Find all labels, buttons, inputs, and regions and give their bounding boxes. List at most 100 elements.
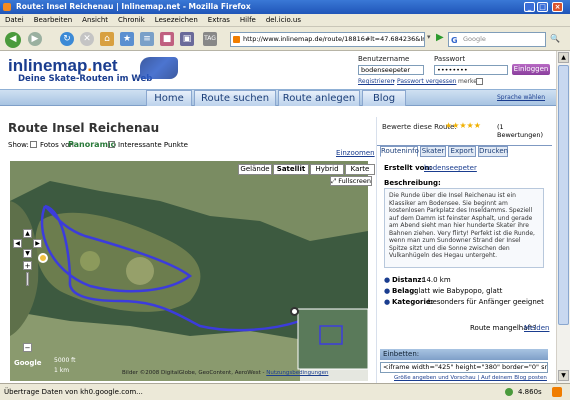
- search-go-icon[interactable]: 🔍: [550, 34, 560, 43]
- search-input[interactable]: G Google: [448, 32, 546, 47]
- maptype-satellit[interactable]: Satellit: [273, 164, 309, 175]
- tab-routeninfo[interactable]: Routeninfo: [380, 146, 419, 157]
- forgot-password-link[interactable]: Passwort vergessen: [397, 78, 456, 85]
- embed-links[interactable]: Größe angeben und Vorschau | Auf deinem …: [394, 375, 547, 381]
- menu-lesezeichen[interactable]: Lesezeichen: [150, 14, 203, 27]
- embed-code-input[interactable]: <iframe width="425" height="380" border=…: [380, 362, 548, 373]
- nav-route-suchen[interactable]: Route suchen: [194, 90, 276, 106]
- pan-zoom-control[interactable]: ▲ ◀ ▶ ▼ +: [12, 229, 42, 287]
- pan-up-icon[interactable]: ▲: [23, 229, 32, 238]
- scroll-up-icon[interactable]: ▲: [558, 52, 569, 63]
- delicious-icon[interactable]: ■: [160, 32, 174, 46]
- maptype-hybrid[interactable]: Hybrid: [310, 164, 344, 175]
- poi-checkbox[interactable]: [108, 141, 115, 148]
- scale-imperial: 5000 ft: [54, 357, 76, 364]
- show-label: Show:: [8, 141, 29, 149]
- zoom-in-icon[interactable]: +: [23, 261, 32, 270]
- nav-route-anlegen[interactable]: Route anlegen: [278, 90, 360, 106]
- page-content: inlinemap.net Deine Skate-Routen im Web …: [0, 51, 556, 383]
- tab-drucken[interactable]: Drucken: [478, 146, 508, 157]
- timer-icon: [505, 388, 513, 396]
- scroll-thumb[interactable]: [558, 65, 569, 325]
- field-patch: [80, 251, 100, 271]
- zoom-slider[interactable]: [26, 272, 29, 286]
- scroll-down-icon[interactable]: ▼: [558, 370, 569, 381]
- minimize-icon[interactable]: _: [524, 2, 535, 12]
- zoom-in-link[interactable]: Einzoomen: [336, 149, 375, 157]
- map-view[interactable]: ▲ ◀ ▶ ▼ + − Google 5000 ft 1 km Bilder ©…: [10, 161, 368, 381]
- embed-header: Einbetten:: [380, 349, 548, 360]
- vertical-scrollbar[interactable]: ▲ ▼: [556, 51, 570, 383]
- bookmark-icon[interactable]: ★: [120, 32, 134, 46]
- tab-skater[interactable]: Skater: [420, 146, 446, 157]
- back-icon[interactable]: ◀: [5, 32, 21, 48]
- tag-icon[interactable]: TAG: [203, 32, 217, 46]
- close-icon[interactable]: ×: [552, 2, 563, 12]
- rating-stars[interactable]: ★★★★★: [445, 121, 481, 130]
- site-slogan: Deine Skate-Routen im Web: [18, 74, 153, 84]
- menu-datei[interactable]: Datei: [0, 14, 29, 27]
- distance-label: Distanz:: [392, 276, 425, 284]
- star-icon: ★: [459, 121, 467, 130]
- pan-down-icon[interactable]: ▼: [23, 249, 32, 258]
- rating-count: (1 Bewertungen): [497, 123, 544, 139]
- stop-icon[interactable]: ✕: [80, 32, 94, 46]
- fullscreen-button[interactable]: ⤢ Fullscreen: [330, 176, 372, 186]
- reload-icon[interactable]: ↻: [60, 32, 74, 46]
- register-link[interactable]: Registrieren: [358, 78, 394, 85]
- menu-bearbeiten[interactable]: Bearbeiten: [29, 14, 77, 27]
- category-value: besonders für Anfänger geeignet: [428, 298, 544, 306]
- address-bar[interactable]: http://www.inlinemap.de/route/18816#lt=4…: [230, 32, 425, 47]
- pan-right-icon[interactable]: ▶: [33, 239, 42, 248]
- tab-export[interactable]: Export: [448, 146, 476, 157]
- nav-home[interactable]: Home: [146, 90, 192, 106]
- fullscreen-icon: ⤢: [331, 177, 337, 185]
- maptype-karte[interactable]: Karte: [345, 164, 375, 175]
- history-icon[interactable]: ≡: [140, 32, 154, 46]
- menu-extras[interactable]: Extras: [203, 14, 235, 27]
- star-icon: ★: [466, 121, 474, 130]
- scale-metric: 1 km: [54, 367, 70, 374]
- search-placeholder: Google: [463, 35, 486, 43]
- favicon-icon: [233, 36, 240, 43]
- load-time: 4.860s: [518, 388, 542, 396]
- nav-blog[interactable]: Blog: [362, 90, 406, 106]
- maptype-gelaende[interactable]: Gelände: [238, 164, 272, 175]
- maximize-icon[interactable]: □: [537, 2, 548, 12]
- zoom-out-icon[interactable]: −: [23, 343, 32, 352]
- password-input[interactable]: ••••••••: [434, 65, 508, 75]
- menu-hilfe[interactable]: Hilfe: [235, 14, 261, 27]
- remember-checkbox[interactable]: [476, 78, 483, 85]
- url-text: http://www.inlinemap.de/route/18816#lt=4…: [243, 35, 425, 43]
- url-dropdown-icon[interactable]: ▾: [427, 33, 431, 41]
- window-title: Route: Insel Reichenau | Inlinemap.net -…: [16, 2, 251, 11]
- language-link[interactable]: Sprache wählen: [497, 94, 545, 101]
- satellite-map[interactable]: [10, 161, 368, 381]
- route-end-marker[interactable]: [290, 307, 299, 316]
- status-bar: Übertrage Daten von kh0.google.com... 4.…: [0, 383, 570, 400]
- site-logo[interactable]: inlinemap.net: [8, 56, 118, 76]
- forgot-bullet: •: [392, 78, 396, 85]
- menu-delicious[interactable]: del.icio.us: [261, 14, 306, 27]
- forward-icon[interactable]: ▶: [28, 32, 42, 46]
- distance-value: 14.0 km: [422, 276, 451, 284]
- home-icon[interactable]: ⌂: [100, 32, 114, 46]
- route-title: Route Insel Reichenau: [8, 121, 160, 135]
- description-box: Die Runde über die Insel Reichenau ist e…: [384, 188, 544, 268]
- menu-ansicht[interactable]: Ansicht: [77, 14, 113, 27]
- author-link[interactable]: bodenseepeter: [424, 164, 477, 172]
- screenshot-icon[interactable]: ▣: [180, 32, 194, 46]
- username-input[interactable]: bodenseepeter: [358, 65, 424, 75]
- google-logo[interactable]: Google: [14, 359, 42, 367]
- login-button[interactable]: Einloggen: [512, 64, 550, 75]
- report-link[interactable]: Melden: [524, 324, 549, 332]
- addon-icon[interactable]: [552, 387, 562, 397]
- go-icon[interactable]: ▶: [436, 32, 444, 43]
- menu-chronik[interactable]: Chronik: [113, 14, 150, 27]
- photos-checkbox[interactable]: [30, 141, 37, 148]
- password-label: Passwort: [434, 55, 466, 63]
- username-label: Benutzername: [358, 55, 410, 63]
- terms-link[interactable]: Nutzungsbedingungen: [266, 370, 328, 376]
- window-titlebar: Route: Insel Reichenau | Inlinemap.net -…: [0, 0, 570, 14]
- pan-left-icon[interactable]: ◀: [13, 239, 22, 248]
